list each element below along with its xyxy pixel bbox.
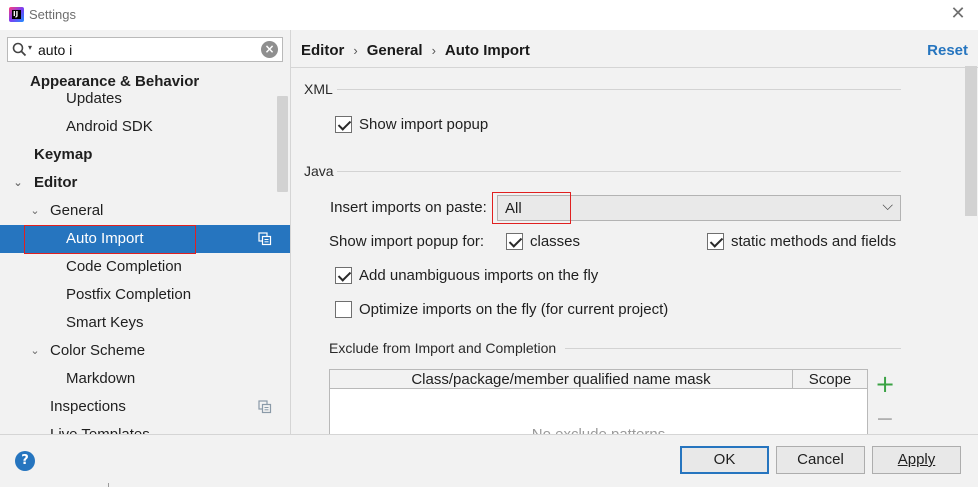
checkbox-label: Optimize imports on the fly (for current…	[359, 301, 669, 318]
tree-item-updates[interactable]: Updates	[0, 85, 290, 113]
section-divider	[565, 348, 901, 349]
tree-item-keymap[interactable]: Keymap	[0, 141, 290, 169]
column-header-scope[interactable]: Scope	[793, 370, 867, 389]
tree-item-android-sdk[interactable]: Android SDK	[0, 113, 290, 141]
settings-sidebar: ▾ × Appearance & Behavior Updates Androi…	[0, 30, 291, 434]
tree-item-color-scheme[interactable]: ⌄ Color Scheme	[0, 337, 290, 365]
checkbox-box[interactable]	[335, 116, 352, 133]
settings-main-panel: Editor › General › Auto Import Reset XML Sho…	[291, 30, 978, 443]
dialog-footer: ? OK Cancel Apply	[0, 434, 978, 487]
breadcrumb: Editor › General › Auto Import	[301, 42, 530, 59]
breadcrumb-separator: ›	[353, 43, 358, 58]
sidebar-scrollbar[interactable]	[277, 96, 288, 192]
show-popup-for-label: Show import popup for:	[329, 233, 485, 250]
cancel-button[interactable]: Cancel	[776, 446, 865, 474]
help-icon[interactable]: ?	[15, 451, 35, 471]
remove-icon[interactable]: −	[875, 409, 895, 431]
tree-item-label: Markdown	[66, 370, 136, 387]
tree-item-editor[interactable]: ⌄ Editor	[0, 169, 290, 197]
search-options-caret-icon[interactable]: ▾	[28, 43, 32, 52]
tree-item-label: Keymap	[34, 146, 93, 163]
tree-item-general[interactable]: ⌄ General	[0, 197, 290, 225]
copy-project-icon	[258, 232, 272, 246]
chevron-down-icon[interactable]: ⌄	[11, 169, 25, 197]
column-header-mask[interactable]: Class/package/member qualified name mask	[330, 370, 793, 389]
intellij-icon: IJ	[9, 7, 24, 22]
breadcrumb-editor: Editor	[301, 42, 345, 59]
tree-item-markdown[interactable]: Markdown	[0, 365, 290, 393]
add-icon[interactable]: +	[875, 372, 895, 396]
insert-imports-label: Insert imports on paste:	[330, 199, 487, 216]
chevron-down-icon: ⌵	[882, 198, 893, 214]
section-divider	[337, 89, 901, 90]
tree-item-inspections[interactable]: Inspections	[0, 393, 290, 421]
search-box[interactable]: ▾ ×	[7, 37, 283, 62]
checkbox-box[interactable]	[335, 267, 352, 284]
checkbox-label: static methods and fields	[731, 233, 897, 250]
tree-item-label: Android SDK	[66, 118, 153, 135]
tree-item-label: Smart Keys	[66, 314, 144, 331]
exclude-table[interactable]: Class/package/member qualified name mask…	[329, 369, 868, 443]
highlight-box	[24, 225, 196, 254]
tree-item-label: Color Scheme	[50, 342, 146, 359]
tree-item-code-completion[interactable]: Code Completion	[0, 253, 290, 281]
copy-project-icon	[258, 400, 272, 414]
highlight-box	[492, 192, 571, 224]
window-title: Settings	[29, 7, 76, 22]
tree-item-smart-keys[interactable]: Smart Keys	[0, 309, 290, 337]
ok-button[interactable]: OK	[680, 446, 769, 474]
checkbox-label: classes	[530, 233, 581, 250]
apply-button[interactable]: Apply	[872, 446, 961, 474]
chevron-down-icon[interactable]: ⌄	[28, 337, 42, 365]
tree-item-label: General	[50, 202, 104, 219]
section-title-java: Java	[304, 163, 334, 179]
tree-item-postfix-completion[interactable]: Postfix Completion	[0, 281, 290, 309]
tree-item-label: Inspections	[50, 398, 126, 415]
clear-icon[interactable]: ×	[261, 41, 278, 58]
section-title-xml: XML	[304, 81, 333, 97]
tree-item-label: Live Templates	[50, 421, 150, 434]
checkbox-box[interactable]	[506, 233, 523, 250]
search-input[interactable]	[38, 39, 253, 60]
tree-item-auto-import[interactable]: Auto Import	[0, 225, 290, 254]
title-bar: IJ Settings ✕	[0, 0, 978, 30]
breadcrumb-auto-import: Auto Import	[444, 42, 530, 59]
divider-tick	[108, 483, 109, 487]
close-icon[interactable]: ✕	[948, 4, 968, 24]
reset-link[interactable]: Reset	[927, 42, 968, 59]
tree-item-label: Updates	[66, 90, 122, 107]
main-scrollbar[interactable]	[965, 66, 977, 216]
tree-item-label: Editor	[34, 174, 78, 191]
apply-button-label: Apply	[897, 451, 936, 468]
checkbox-box[interactable]	[335, 301, 352, 318]
section-divider	[337, 171, 901, 172]
checkbox-label: Show import popup	[359, 116, 489, 133]
checkbox-label: Add unambiguous imports on the fly	[359, 267, 599, 284]
breadcrumb-general: General	[366, 42, 423, 59]
chevron-down-icon[interactable]: ⌄	[28, 197, 42, 225]
tree-item-label: Postfix Completion	[66, 286, 192, 303]
checkbox-box[interactable]	[707, 233, 724, 250]
header-divider	[291, 67, 978, 68]
breadcrumb-separator: ›	[431, 43, 436, 58]
table-header: Class/package/member qualified name mask…	[330, 370, 867, 389]
section-title-exclude: Exclude from Import and Completion	[329, 340, 557, 356]
tree-item-live-templates[interactable]: Live Templates	[0, 421, 290, 434]
search-icon	[12, 42, 27, 57]
tree-item-label: Code Completion	[66, 258, 182, 275]
